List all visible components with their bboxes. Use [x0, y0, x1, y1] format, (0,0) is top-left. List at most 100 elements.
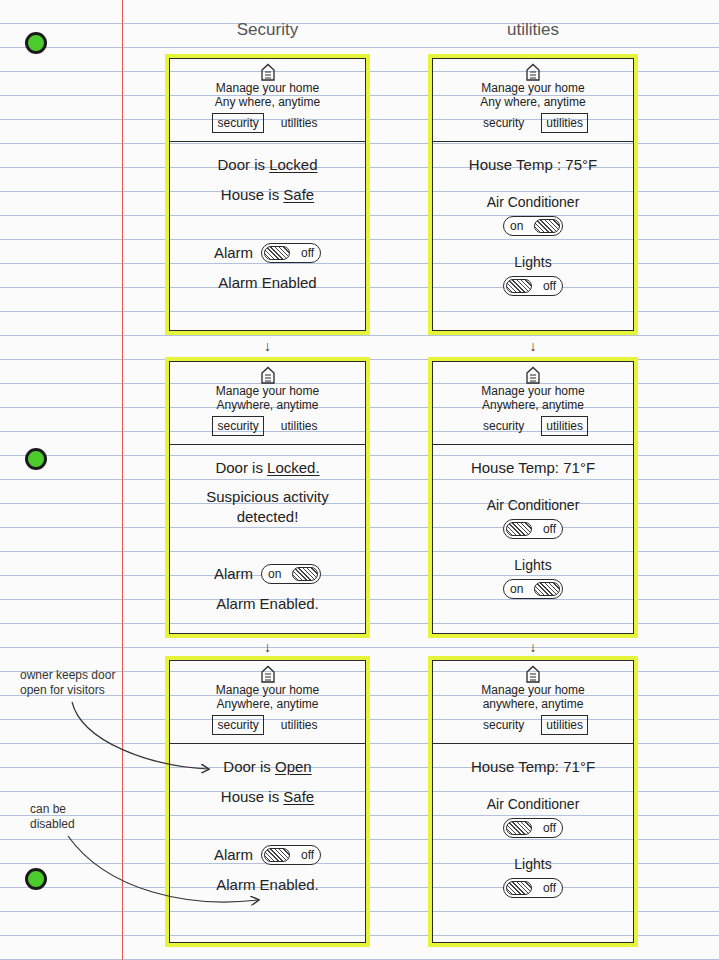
toggle-switch[interactable]: off [503, 878, 563, 898]
tab[interactable]: utilities [541, 715, 588, 735]
switch-block: Air Conditioneroff [437, 495, 629, 539]
tab-bar: security utilities [212, 416, 322, 436]
screen-header: Manage your homeAnywhere, anytime securit… [170, 362, 365, 445]
tab[interactable]: security [478, 113, 529, 133]
screen-content: Door is Locked. Suspicious activity detec… [170, 445, 365, 615]
temperature-reading: House Temp: 71°F [437, 457, 629, 479]
status-row: House is Safe [174, 184, 361, 206]
status-row: Door is Open [174, 756, 361, 778]
tagline: Manage your homeAnywhere, anytime [216, 683, 319, 711]
alert-text: Suspicious activity detected! [174, 487, 361, 527]
tab[interactable]: utilities [276, 416, 323, 436]
toggle-switch[interactable]: on [503, 216, 563, 236]
switch-knob [506, 522, 532, 536]
notebook-page: Security Manage your homeAny where, anyti… [0, 0, 719, 960]
storyboard-column: utilitiesManage your homeAny where, anyt… [428, 18, 638, 947]
switch-block: Lightsoff [437, 252, 629, 296]
toggle-switch[interactable]: off [503, 276, 563, 296]
switch-knob [264, 848, 290, 862]
switch-row: Alarmon [174, 563, 361, 585]
tagline: Manage your homeAny where, anytime [215, 81, 320, 109]
house-icon [260, 63, 276, 81]
switch-knob [506, 279, 532, 293]
house-icon [525, 63, 541, 81]
screen-header: Manage your homeAny where, anytimesecuri… [433, 59, 633, 142]
switch-block: Air Conditioneroff [437, 794, 629, 838]
screen-header: Manage your homeAnywhere, anytime securit… [170, 661, 365, 744]
tagline: Manage your homeanywhere, anytime [481, 683, 584, 711]
tab[interactable]: security [212, 416, 263, 436]
punch-hole [25, 868, 47, 890]
toggle-switch[interactable]: off [261, 243, 321, 263]
house-icon [260, 366, 276, 384]
alarm-status: Alarm Enabled. [174, 874, 361, 896]
switch-knob [264, 246, 290, 260]
phone-screen: Manage your homeAnywhere, anytime securit… [428, 357, 638, 638]
screen-header: Manage your homeanywhere, anytime securit… [433, 661, 633, 744]
annotation-arrows-icon [0, 0, 719, 960]
toggle-switch[interactable]: off [503, 818, 563, 838]
tab[interactable]: security [478, 715, 529, 735]
phone-screen: Manage your homeAnywhere, anytime securit… [165, 357, 370, 638]
flow-arrow: ↓ [165, 335, 370, 357]
tab[interactable]: security [212, 715, 263, 735]
toggle-switch[interactable]: off [261, 845, 321, 865]
column-heading: Security [165, 18, 370, 54]
punch-hole [25, 448, 47, 470]
column-heading: utilities [428, 18, 638, 54]
status-row: House is Safe [174, 786, 361, 808]
tab-bar: security utilities [212, 715, 322, 735]
tab-bar: security utilities [212, 113, 322, 133]
switch-knob [534, 582, 560, 596]
tab-bar: security utilities [478, 416, 588, 436]
toggle-switch[interactable]: on [261, 564, 321, 584]
phone-screen: Manage your homeAny where, anytimesecuri… [428, 54, 638, 335]
tab-bar: security utilities [478, 113, 588, 133]
toggle-switch[interactable]: on [503, 579, 563, 599]
screen-content: House Temp: 71°F Air Conditioneroff Lights… [433, 445, 633, 599]
screen-content: Door is Locked House is Safe Alarmoff Alarm… [170, 142, 365, 294]
annotation: owner keeps door open for visitors [20, 668, 124, 698]
house-icon [525, 366, 541, 384]
margin-line [122, 0, 123, 960]
switch-knob [506, 821, 532, 835]
status-row: Door is Locked. [174, 457, 361, 479]
flow-arrow: ↓ [428, 638, 638, 656]
switch-block: Lightsoff [437, 854, 629, 898]
punch-hole [25, 32, 47, 54]
alarm-status: Alarm Enabled [174, 272, 361, 294]
switch-knob [534, 219, 560, 233]
switch-block: Air Conditioneron [437, 192, 629, 236]
tab[interactable]: utilities [276, 113, 323, 133]
switch-row: Alarmoff [174, 242, 361, 264]
switch-block: Lightson [437, 555, 629, 599]
screen-content: Door is Open House is Safe Alarmoff Alarm E… [170, 744, 365, 896]
tab-bar: security utilities [478, 715, 588, 735]
house-icon [525, 665, 541, 683]
tagline: Manage your homeAnywhere, anytime [481, 384, 584, 412]
switch-knob [292, 567, 318, 581]
switch-row: Alarmoff [174, 844, 361, 866]
house-icon [260, 665, 276, 683]
temperature-reading: House Temp : 75°F [437, 154, 629, 176]
status-row: Door is Locked [174, 154, 361, 176]
switch-knob [506, 881, 532, 895]
phone-screen: Manage your homeAnywhere, anytime securit… [165, 656, 370, 947]
flow-arrow: ↓ [165, 638, 370, 656]
toggle-switch[interactable]: off [503, 519, 563, 539]
tagline: Manage your homeAnywhere, anytime [216, 384, 319, 412]
tab[interactable]: utilities [276, 715, 323, 735]
tab[interactable]: security [478, 416, 529, 436]
screen-header: Manage your homeAnywhere, anytime securit… [433, 362, 633, 445]
annotation: can be disabled [30, 802, 92, 832]
tab[interactable]: utilities [541, 113, 588, 133]
storyboard-column: Security Manage your homeAny where, anyti… [165, 18, 370, 947]
screen-content: House Temp: 71°FAir ConditioneroffLights… [433, 744, 633, 898]
flow-arrow: ↓ [428, 335, 638, 357]
phone-screen: Manage your homeAny where, anytime securi… [165, 54, 370, 335]
tab[interactable]: security [212, 113, 263, 133]
tab[interactable]: utilities [541, 416, 588, 436]
screen-content: House Temp : 75°F Air Conditioneron Lights… [433, 142, 633, 296]
screen-header: Manage your homeAny where, anytime securi… [170, 59, 365, 142]
alarm-status: Alarm Enabled. [174, 593, 361, 615]
